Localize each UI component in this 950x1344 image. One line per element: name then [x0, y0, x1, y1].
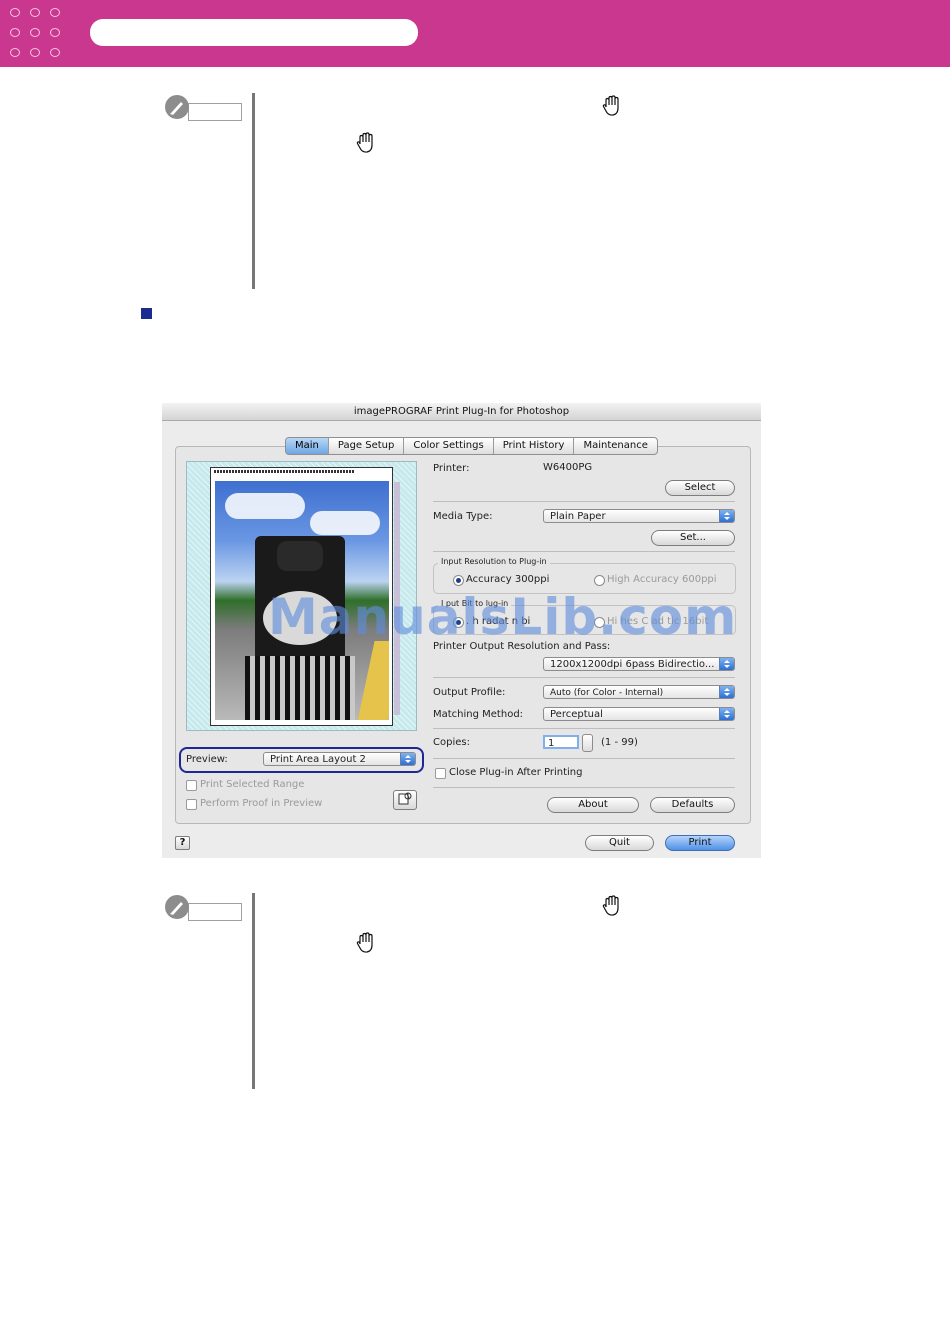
defaults-button[interactable]: Defaults — [650, 797, 735, 813]
preview-label: Preview: — [186, 754, 228, 765]
close-after-printing-checkbox[interactable] — [435, 768, 446, 779]
header-title-pill — [90, 19, 418, 46]
separator — [433, 758, 735, 759]
output-resolution-popup[interactable]: 1200x1200dpi 6pass Bidirectio... — [543, 657, 735, 671]
hand-icon — [601, 95, 625, 117]
tab-main[interactable]: Main — [286, 438, 329, 454]
dot-grid-icon — [10, 8, 66, 62]
tab-color-settings[interactable]: Color Settings — [404, 438, 494, 454]
matching-method-value: Perceptual — [550, 709, 603, 720]
output-profile-label: Output Profile: — [433, 687, 506, 698]
popup-arrows-icon — [400, 753, 415, 765]
copies-field[interactable]: 1 — [543, 735, 579, 749]
separator — [433, 787, 735, 788]
preview-popup[interactable]: Print Area Layout 2 — [263, 752, 416, 766]
copies-stepper[interactable] — [582, 734, 593, 752]
quit-button[interactable]: Quit — [585, 835, 654, 851]
tab-page-setup[interactable]: Page Setup — [329, 438, 405, 454]
pencil-icon — [165, 95, 189, 119]
proof-preview-button[interactable] — [393, 790, 417, 810]
preview-popup-value: Print Area Layout 2 — [270, 754, 366, 765]
preview-selector-highlight: Preview: Print Area Layout 2 — [179, 747, 424, 773]
page-zoom-icon — [398, 792, 412, 805]
watermark: ManualsLib.com — [268, 588, 738, 646]
copies-label: Copies: — [433, 737, 470, 748]
high-accuracy-600-label: High Accuracy 600ppi — [607, 574, 717, 585]
perform-proof-label: Perform Proof in Preview — [200, 798, 323, 809]
accuracy-300-radio[interactable] — [453, 575, 464, 586]
accuracy-300-label: Accuracy 300ppi — [466, 574, 550, 585]
tab-bar: Main Page Setup Color Settings Print His… — [285, 437, 658, 455]
tab-print-history[interactable]: Print History — [494, 438, 575, 454]
dialog-title: imagePROGRAF Print Plug-In for Photoshop — [162, 403, 761, 421]
help-button[interactable]: ? — [175, 836, 190, 850]
note-block-top — [164, 93, 764, 289]
separator — [433, 551, 735, 552]
high-accuracy-600-radio[interactable] — [594, 575, 605, 586]
media-type-label: Media Type: — [433, 511, 493, 522]
popup-arrows-icon — [719, 708, 734, 720]
about-button[interactable]: About — [547, 797, 639, 813]
separator — [433, 501, 735, 502]
print-selected-range-label: Print Selected Range — [200, 779, 305, 790]
perform-proof-checkbox[interactable] — [186, 799, 197, 810]
popup-arrows-icon — [719, 658, 734, 670]
note-badge — [164, 893, 242, 921]
media-type-value: Plain Paper — [550, 511, 606, 522]
note-badge — [164, 93, 242, 121]
output-profile-value: Auto (for Color - Internal) — [550, 688, 664, 698]
note-divider — [252, 893, 255, 1089]
hand-icon — [355, 132, 379, 154]
printer-label: Printer: — [433, 463, 470, 474]
output-resolution-value: 1200x1200dpi 6pass Bidirectio... — [550, 659, 715, 670]
tab-maintenance[interactable]: Maintenance — [574, 438, 656, 454]
popup-arrows-icon — [719, 510, 734, 522]
close-after-printing-label: Close Plug-in After Printing — [449, 767, 583, 778]
select-printer-button[interactable]: Select — [665, 480, 735, 496]
hand-icon — [601, 895, 625, 917]
separator — [433, 677, 735, 678]
popup-arrows-icon — [719, 686, 734, 698]
printer-name: W6400PG — [543, 462, 593, 473]
copies-range: (1 - 99) — [601, 737, 638, 748]
note-block-bottom — [164, 893, 764, 1089]
section-marker — [141, 308, 152, 319]
media-type-popup[interactable]: Plain Paper — [543, 509, 735, 523]
pencil-icon — [165, 895, 189, 919]
print-button[interactable]: Print — [665, 835, 735, 851]
media-set-button[interactable]: Set... — [651, 530, 735, 546]
hand-icon — [355, 932, 379, 954]
header-banner — [0, 0, 950, 67]
output-profile-popup[interactable]: Auto (for Color - Internal) — [543, 685, 735, 699]
page-header-text — [214, 470, 354, 473]
separator — [433, 728, 735, 729]
matching-method-label: Matching Method: — [433, 709, 524, 720]
print-selected-range-checkbox[interactable] — [186, 780, 197, 791]
input-resolution-title: Input Resolution to Plug-in — [438, 557, 550, 566]
note-divider — [252, 93, 255, 289]
matching-method-popup[interactable]: Perceptual — [543, 707, 735, 721]
